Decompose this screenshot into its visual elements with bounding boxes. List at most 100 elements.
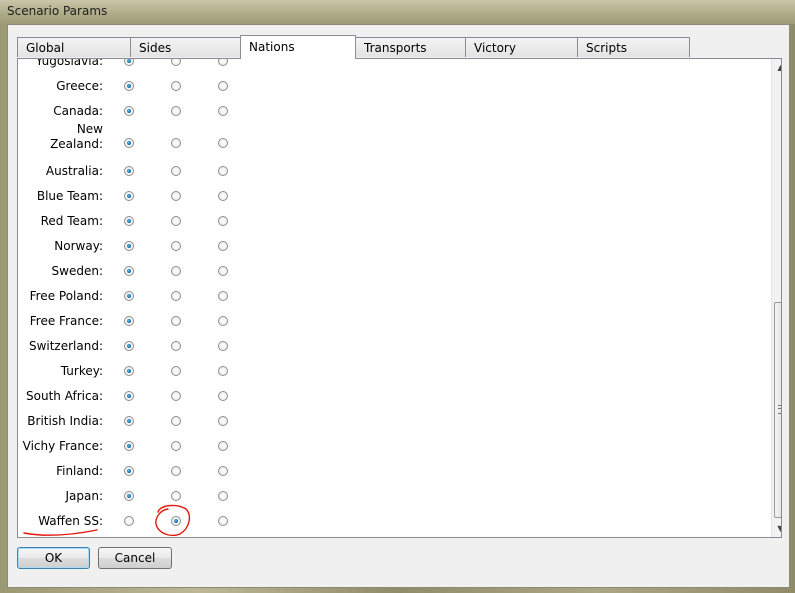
vertical-scrollbar[interactable]: ▲ ▼ — [771, 59, 781, 537]
side-radio-2[interactable] — [171, 291, 181, 301]
side-radio-2[interactable] — [171, 341, 181, 351]
nation-label: Red Team: — [40, 214, 103, 228]
nation-label: Canada: — [53, 104, 103, 118]
scrollbar-thumb[interactable] — [774, 302, 781, 518]
nation-row: Waffen SS: — [18, 511, 758, 536]
side-radio-3[interactable] — [218, 316, 228, 326]
nation-row: Australia: — [18, 161, 758, 186]
tab-victory-conditions[interactable]: Victory conditions — [465, 37, 578, 75]
side-radio-2[interactable] — [171, 59, 181, 66]
side-radio-3[interactable] — [218, 59, 228, 66]
side-radio-1[interactable] — [124, 291, 134, 301]
tab-scripts[interactable]: Scripts — [577, 37, 690, 57]
cancel-button[interactable]: Cancel — [98, 547, 172, 569]
side-radio-2[interactable] — [171, 441, 181, 451]
side-radio-1[interactable] — [124, 516, 134, 526]
side-radio-3[interactable] — [218, 491, 228, 501]
nation-row: Turkey: — [18, 361, 758, 386]
side-radio-2[interactable] — [171, 166, 181, 176]
side-radio-2[interactable] — [171, 241, 181, 251]
side-radio-3[interactable] — [218, 391, 228, 401]
nation-label: Sweden: — [51, 264, 103, 278]
side-radio-3[interactable] — [218, 266, 228, 276]
nation-row: Japan: — [18, 486, 758, 511]
side-radio-1[interactable] — [124, 216, 134, 226]
side-radio-1[interactable] — [124, 466, 134, 476]
side-radio-2[interactable] — [171, 106, 181, 116]
dialog-client-area: Global Parameters Sides Nations Transpor… — [7, 24, 790, 588]
side-radio-2[interactable] — [171, 416, 181, 426]
side-radio-2[interactable] — [171, 466, 181, 476]
nation-row: Switzerland: — [18, 336, 758, 361]
nation-label: Free Poland: — [29, 289, 103, 303]
side-radio-1[interactable] — [124, 316, 134, 326]
side-radio-2[interactable] — [171, 491, 181, 501]
side-radio-3[interactable] — [218, 441, 228, 451]
side-radio-3[interactable] — [218, 166, 228, 176]
side-radio-3[interactable] — [218, 516, 228, 526]
nation-label: Greece: — [56, 79, 103, 93]
side-radio-2[interactable] — [171, 391, 181, 401]
nation-row: Norway: — [18, 236, 758, 261]
side-radio-3[interactable] — [218, 466, 228, 476]
side-radio-2[interactable] — [171, 266, 181, 276]
nation-row: Free Poland: — [18, 286, 758, 311]
side-radio-1[interactable] — [124, 106, 134, 116]
side-radio-3[interactable] — [218, 216, 228, 226]
scroll-up-arrow-icon[interactable]: ▲ — [772, 59, 781, 76]
nation-row: Free France: — [18, 311, 758, 336]
side-radio-3[interactable] — [218, 291, 228, 301]
side-radio-1[interactable] — [124, 341, 134, 351]
tab-nations[interactable]: Nations — [240, 35, 356, 59]
tab-sides[interactable]: Sides — [130, 37, 241, 57]
nation-label: Australia: — [45, 164, 103, 178]
side-radio-1[interactable] — [124, 391, 134, 401]
side-radio-2[interactable] — [171, 138, 181, 148]
side-radio-1[interactable] — [124, 59, 134, 66]
side-radio-1[interactable] — [124, 81, 134, 91]
nation-label: Waffen SS: — [38, 514, 103, 528]
side-radio-3[interactable] — [218, 81, 228, 91]
tab-global-parameters[interactable]: Global Parameters — [17, 37, 131, 75]
side-radio-2[interactable] — [171, 316, 181, 326]
side-radio-2[interactable] — [171, 81, 181, 91]
nation-row: Finland: — [18, 461, 758, 486]
grip-icon — [778, 405, 781, 414]
nation-label: Switzerland: — [28, 339, 103, 353]
nation-label: Finland: — [56, 464, 103, 478]
side-radio-1[interactable] — [124, 191, 134, 201]
tab-transports[interactable]: Transports — [355, 37, 466, 57]
side-radio-1[interactable] — [124, 416, 134, 426]
nation-label: Japan: — [65, 489, 103, 503]
side-radio-3[interactable] — [218, 191, 228, 201]
nation-row: Canada: — [18, 101, 758, 126]
side-radio-1[interactable] — [124, 138, 134, 148]
nation-label: Turkey: — [60, 364, 103, 378]
nations-panel: Yugoslavia: Greece: Canada: New Zealand: Aus… — [17, 58, 782, 538]
side-radio-1[interactable] — [124, 366, 134, 376]
side-radio-1[interactable] — [124, 491, 134, 501]
side-radio-1[interactable] — [124, 166, 134, 176]
side-radio-2[interactable] — [171, 366, 181, 376]
nation-row: British India: — [18, 411, 758, 436]
ok-button[interactable]: OK — [17, 547, 90, 569]
nation-row: Blue Team: — [18, 186, 758, 211]
side-radio-3[interactable] — [218, 416, 228, 426]
side-radio-3[interactable] — [218, 241, 228, 251]
side-radio-1[interactable] — [124, 266, 134, 276]
nation-row: New Zealand: — [18, 122, 758, 157]
side-radio-3[interactable] — [218, 106, 228, 116]
side-radio-2[interactable] — [171, 516, 181, 526]
scenario-params-window: Scenario Params Global Parameters Sides … — [0, 0, 795, 593]
side-radio-1[interactable] — [124, 441, 134, 451]
scroll-down-arrow-icon[interactable]: ▼ — [772, 520, 781, 537]
side-radio-1[interactable] — [124, 241, 134, 251]
side-radio-2[interactable] — [171, 216, 181, 226]
nation-label: Free France: — [29, 314, 103, 328]
side-radio-2[interactable] — [171, 191, 181, 201]
side-radio-3[interactable] — [218, 138, 228, 148]
nation-label: Vichy France: — [22, 439, 103, 453]
title-bar[interactable]: Scenario Params — [0, 0, 795, 24]
side-radio-3[interactable] — [218, 341, 228, 351]
side-radio-3[interactable] — [218, 366, 228, 376]
